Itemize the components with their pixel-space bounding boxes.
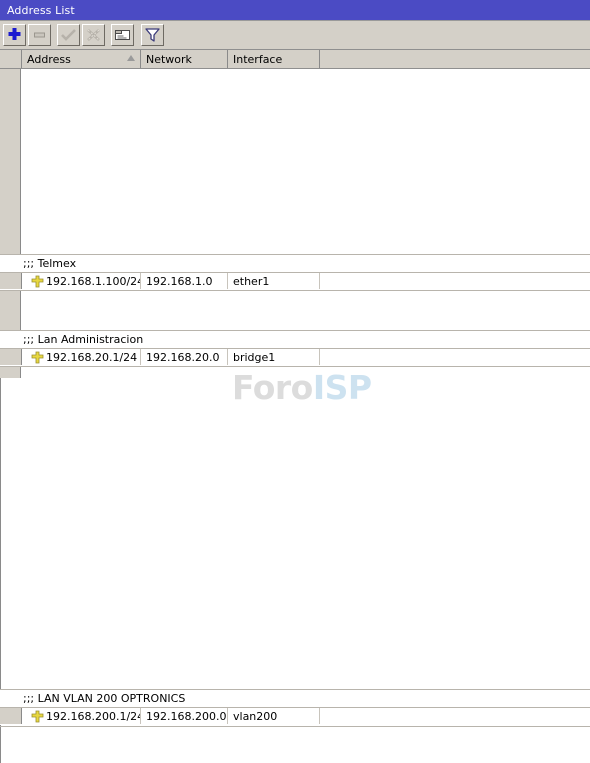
address-value: 192.168.20.1/24 [46,351,138,364]
network-value: 192.168.1.0 [146,275,213,288]
interface-value: bridge1 [233,351,276,364]
enable-button[interactable] [57,24,80,46]
comment-text: ;;; LAN VLAN 200 OPTRONICS [23,692,186,705]
sort-ascending-icon [127,55,135,61]
cell-interface[interactable]: bridge1 [228,349,320,365]
row-gutter-cell[interactable] [0,273,22,289]
cell-address[interactable]: 192.168.20.1/24 [22,349,141,365]
row-gutter-cell[interactable] [0,708,22,724]
table-row[interactable]: 192.168.20.1/24 192.168.20.0 bridge1 [0,349,590,366]
yellow-cross-icon [31,275,44,288]
column-filler[interactable] [320,50,590,68]
funnel-icon [142,25,163,45]
comment-row[interactable]: ;;; Lan Administracion [0,331,590,348]
column-interface[interactable]: Interface [228,50,320,68]
table-row[interactable]: 192.168.200.1/24 192.168.200.0 vlan200 [0,708,590,725]
cross-icon [83,25,104,45]
comment-row[interactable]: ;;; Telmex [0,255,590,272]
network-value: 192.168.20.0 [146,351,220,364]
row-separator [0,366,590,367]
filter-button[interactable] [141,24,164,46]
column-gutter[interactable] [0,50,22,68]
row-gutter-cell[interactable] [0,349,22,365]
column-address[interactable]: Address [22,50,141,68]
column-network[interactable]: Network [141,50,228,68]
column-header-row: Address Network Interface [0,50,590,69]
cell-filler[interactable] [320,349,590,365]
cell-address[interactable]: 192.168.200.1/24 [22,708,141,724]
disable-button[interactable] [82,24,105,46]
row-separator [0,290,590,291]
window-titlebar[interactable]: Address List [0,0,590,21]
comment-button[interactable] [111,24,134,46]
toolbar [0,21,590,50]
remove-button[interactable] [28,24,51,46]
row-separator [0,726,590,727]
network-value: 192.168.200.0 [146,710,227,723]
check-icon [58,25,79,45]
address-list-body[interactable]: ;;; Telmex 192.168.1.100/24 192.168.1.0 … [0,69,590,763]
yellow-cross-icon [31,710,44,723]
window-title: Address List [7,4,75,17]
cell-interface[interactable]: vlan200 [228,708,320,724]
cell-network[interactable]: 192.168.20.0 [141,349,228,365]
plus-icon [4,25,25,45]
interface-value: ether1 [233,275,270,288]
cell-filler[interactable] [320,708,590,724]
comment-icon [112,25,133,45]
yellow-cross-icon [31,351,44,364]
cell-filler[interactable] [320,273,590,289]
address-list-window: Address List Address Network Interface ;… [0,0,590,763]
cell-network[interactable]: 192.168.1.0 [141,273,228,289]
address-value: 192.168.200.1/24 [46,710,141,723]
add-button[interactable] [3,24,26,46]
table-row[interactable]: 192.168.1.100/24 192.168.1.0 ether1 [0,273,590,290]
cell-address[interactable]: 192.168.1.100/24 [22,273,141,289]
interface-value: vlan200 [233,710,278,723]
minus-icon [29,25,50,45]
comment-text: ;;; Lan Administracion [23,333,144,346]
cell-interface[interactable]: ether1 [228,273,320,289]
comment-text: ;;; Telmex [23,257,77,270]
address-value: 192.168.1.100/24 [46,275,141,288]
comment-row[interactable]: ;;; LAN VLAN 200 OPTRONICS [0,690,590,707]
cell-network[interactable]: 192.168.200.0 [141,708,228,724]
